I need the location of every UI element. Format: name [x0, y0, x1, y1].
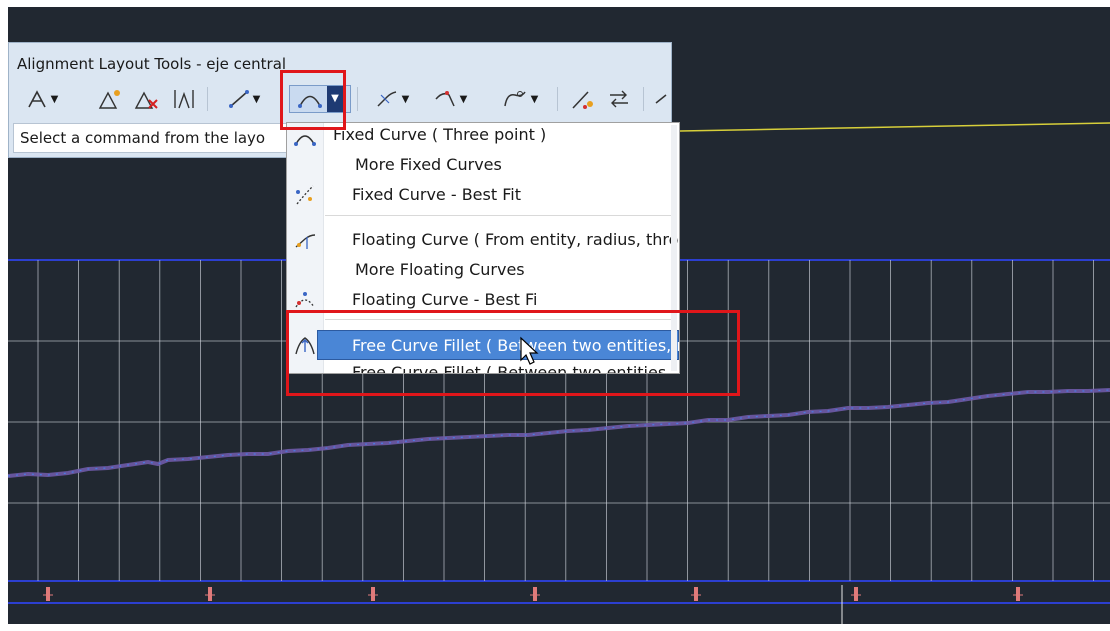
toolbar-separator	[557, 87, 558, 111]
break-apart-pi-icon[interactable]	[169, 85, 199, 113]
menu-item-more-floating-curves[interactable]: More Floating Curves	[287, 256, 679, 284]
delete-pi-icon[interactable]	[131, 85, 161, 113]
annotation-highlight-curve-button	[280, 70, 346, 130]
line-curve-tools-icon[interactable]: ▼	[367, 85, 417, 113]
fixed-curve-best-fit-icon	[293, 184, 317, 206]
menu-item-more-fixed-curves[interactable]: More Fixed Curves	[287, 151, 679, 179]
station-tick	[694, 587, 698, 601]
toolbar-separator	[643, 87, 644, 111]
line-tools-icon[interactable]: ▼	[219, 85, 269, 113]
toolbar-separator	[357, 87, 358, 111]
reverse-direction-icon[interactable]	[603, 85, 635, 113]
curve-line-tools-icon[interactable]: ▼	[425, 85, 475, 113]
command-prompt-field: Select a command from the layo	[13, 123, 291, 153]
station-tick	[371, 587, 375, 601]
floating-curve-icon	[293, 229, 317, 251]
tangent-creation-icon[interactable]: ▼	[17, 85, 67, 113]
station-tick	[854, 587, 858, 601]
sub-entity-edit-icon[interactable]	[567, 85, 599, 113]
more-tools-icon[interactable]	[651, 85, 671, 113]
mouse-cursor-icon	[520, 336, 539, 365]
floating-curve-best-fit-icon	[293, 289, 317, 311]
station-tick	[208, 587, 212, 601]
spiral-tools-icon[interactable]: ▼	[491, 85, 549, 113]
menu-item-floating-curve[interactable]: Floating Curve ( From entity, radius, th…	[287, 226, 679, 254]
window-title: Alignment Layout Tools - eje central	[17, 55, 287, 73]
toolbar-separator	[207, 87, 208, 111]
ground-profile-line	[8, 388, 1110, 478]
menu-separator	[325, 215, 677, 216]
insert-pi-icon[interactable]	[95, 85, 125, 113]
station-tick	[1016, 587, 1020, 601]
menu-item-fixed-curve-best-fit[interactable]: Fixed Curve - Best Fit	[287, 181, 679, 209]
alignment-line	[679, 122, 1110, 132]
station-tick	[533, 587, 537, 601]
annotation-highlight-menu-item	[286, 310, 740, 396]
station-tick-markers	[43, 587, 1023, 601]
station-tick	[46, 587, 50, 601]
